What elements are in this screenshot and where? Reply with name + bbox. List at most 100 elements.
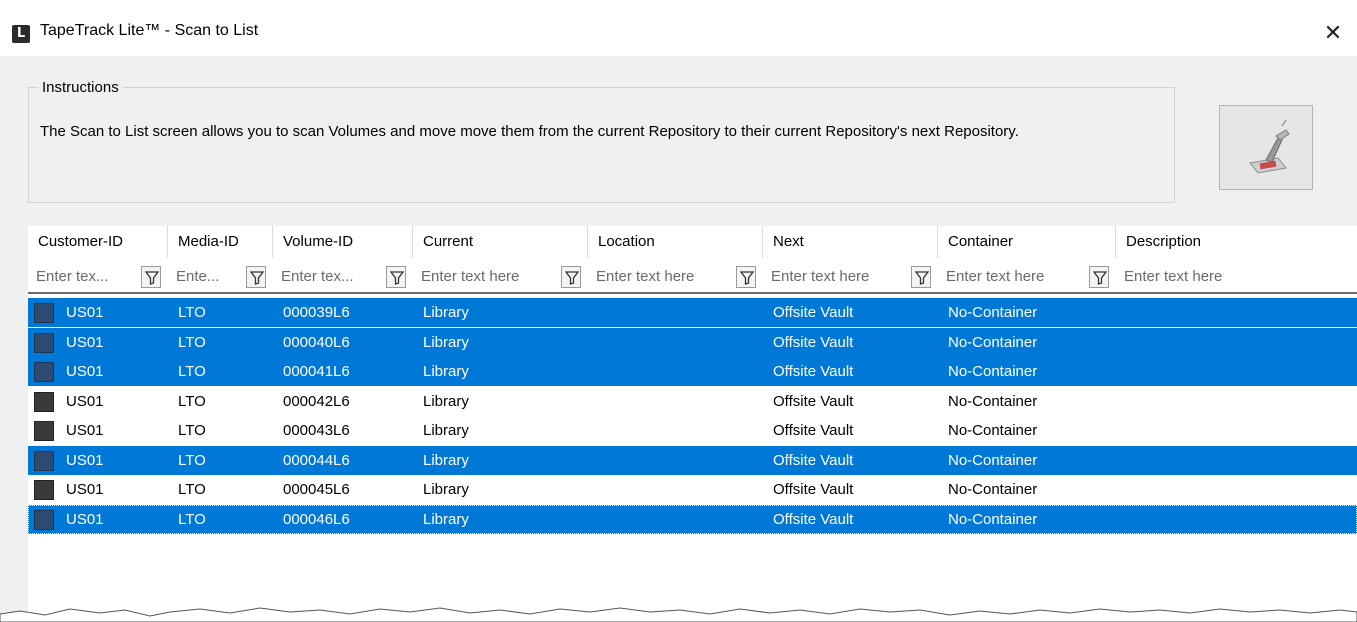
cell-next: Offsite Vault xyxy=(773,481,854,498)
table-row[interactable]: US01 LTO 000046L6 Library Offsite Vault No-Co… xyxy=(28,504,1357,534)
cell-container: No-Container xyxy=(948,481,1038,498)
filter-button-customer-id[interactable] xyxy=(141,266,161,288)
filter-button-volume-id[interactable] xyxy=(386,266,406,288)
cell-volume-id: 000042L6 xyxy=(283,392,350,410)
cell-media-id: LTO xyxy=(178,392,206,410)
cell-container: No-Container xyxy=(948,510,1038,528)
filter-button-location[interactable] xyxy=(736,266,756,288)
filter-cell-next xyxy=(763,262,938,290)
cell-media-id: LTO xyxy=(178,451,206,469)
column-header-current[interactable]: Current xyxy=(413,226,588,258)
filter-funnel-icon xyxy=(1093,271,1107,285)
filter-button-next[interactable] xyxy=(911,266,931,288)
cell-container: No-Container xyxy=(948,304,1038,321)
cell-current: Library xyxy=(423,304,469,321)
cell-current: Library xyxy=(423,392,469,410)
column-header-next[interactable]: Next xyxy=(763,226,938,258)
close-button[interactable]: ✕ xyxy=(1315,16,1351,52)
filter-funnel-icon xyxy=(740,271,754,285)
filter-input-location[interactable] xyxy=(588,262,733,290)
table-row[interactable]: US01 LTO 000043L6 Library Offsite Vault No-Co… xyxy=(28,416,1357,445)
filter-cell-media-id xyxy=(168,262,273,290)
cell-customer-id: US01 xyxy=(66,333,104,351)
cell-current: Library xyxy=(423,451,469,469)
volume-grid: Customer-ID Media-ID Volume-ID Current L… xyxy=(28,226,1357,622)
tape-volume-icon xyxy=(34,332,54,353)
filter-input-next[interactable] xyxy=(763,262,908,290)
table-row[interactable]: US01 LTO 000040L6 Library Offsite Vault No-Co… xyxy=(28,327,1357,357)
cell-next: Offsite Vault xyxy=(773,333,854,351)
scan-to-list-window: L TapeTrack Lite™ - Scan to List ✕ Instr… xyxy=(0,0,1357,622)
cell-volume-id: 000045L6 xyxy=(283,481,350,498)
filter-input-current[interactable] xyxy=(413,262,558,290)
table-row[interactable]: US01 LTO 000042L6 Library Offsite Vault No-Co… xyxy=(28,387,1357,416)
app-logo-icon: L xyxy=(12,25,30,43)
cell-volume-id: 000046L6 xyxy=(283,510,350,528)
cell-customer-id: US01 xyxy=(66,392,104,410)
cell-container: No-Container xyxy=(948,333,1038,351)
cell-current: Library xyxy=(423,422,469,439)
cell-next: Offsite Vault xyxy=(773,304,854,321)
filter-funnel-icon xyxy=(250,271,264,285)
barcode-scanner-icon xyxy=(1249,119,1290,174)
column-header-container[interactable]: Container xyxy=(938,226,1116,258)
column-header-volume-id[interactable]: Volume-ID xyxy=(273,226,413,258)
title-bar: L TapeTrack Lite™ - Scan to List ✕ xyxy=(0,0,1357,56)
filter-button-current[interactable] xyxy=(561,266,581,288)
cell-next: Offsite Vault xyxy=(773,363,854,380)
filter-input-container[interactable] xyxy=(938,262,1086,290)
cell-next: Offsite Vault xyxy=(773,510,854,528)
cell-media-id: LTO xyxy=(178,510,206,528)
cell-volume-id: 000043L6 xyxy=(283,422,350,439)
cell-current: Library xyxy=(423,363,469,380)
filter-funnel-icon xyxy=(915,271,929,285)
filter-input-media-id[interactable] xyxy=(168,262,243,290)
filter-funnel-icon xyxy=(145,271,159,285)
tape-volume-icon xyxy=(34,421,54,441)
table-row[interactable]: US01 LTO 000041L6 Library Offsite Vault No-Co… xyxy=(28,357,1357,386)
filter-button-media-id[interactable] xyxy=(246,266,266,288)
cell-customer-id: US01 xyxy=(66,363,104,380)
table-row[interactable]: US01 LTO 000045L6 Library Offsite Vault No-Co… xyxy=(28,475,1357,504)
torn-edge-decoration xyxy=(0,607,1357,622)
table-row[interactable]: US01 LTO 000039L6 Library Offsite Vault No-Co… xyxy=(28,298,1357,327)
cell-next: Offsite Vault xyxy=(773,422,854,439)
filter-input-description[interactable] xyxy=(1116,262,1346,290)
column-header-description[interactable]: Description xyxy=(1116,226,1357,258)
cell-media-id: LTO xyxy=(178,363,206,380)
filter-input-customer-id[interactable] xyxy=(28,262,138,290)
cell-customer-id: US01 xyxy=(66,304,104,321)
column-header-media-id[interactable]: Media-ID xyxy=(168,226,273,258)
cell-volume-id: 000040L6 xyxy=(283,333,350,351)
tape-volume-icon xyxy=(34,450,54,471)
cell-current: Library xyxy=(423,510,469,528)
cell-media-id: LTO xyxy=(178,481,206,498)
tape-volume-icon xyxy=(34,391,54,412)
filter-cell-container xyxy=(938,262,1116,290)
cell-volume-id: 000041L6 xyxy=(283,363,350,380)
cell-media-id: LTO xyxy=(178,304,206,321)
cell-container: No-Container xyxy=(948,451,1038,469)
filter-button-container[interactable] xyxy=(1089,266,1109,288)
tape-volume-icon xyxy=(34,303,54,323)
filter-input-volume-id[interactable] xyxy=(273,262,383,290)
filter-cell-location xyxy=(588,262,763,290)
column-header-location[interactable]: Location xyxy=(588,226,763,258)
cell-container: No-Container xyxy=(948,392,1038,410)
filter-cell-description xyxy=(1116,262,1357,290)
instructions-group-label: Instructions xyxy=(38,79,123,96)
table-row[interactable]: US01 LTO 000044L6 Library Offsite Vault No-Co… xyxy=(28,445,1357,475)
cell-current: Library xyxy=(423,333,469,351)
scan-button[interactable] xyxy=(1219,105,1313,190)
cell-container: No-Container xyxy=(948,363,1038,380)
filter-funnel-icon xyxy=(565,271,579,285)
instructions-group xyxy=(28,87,1175,203)
column-header-customer-id[interactable]: Customer-ID xyxy=(28,226,168,258)
cell-container: No-Container xyxy=(948,422,1038,439)
cell-customer-id: US01 xyxy=(66,451,104,469)
instructions-text: The Scan to List screen allows you to sc… xyxy=(40,123,1019,140)
filter-row xyxy=(28,258,1357,294)
cell-next: Offsite Vault xyxy=(773,392,854,410)
cell-volume-id: 000044L6 xyxy=(283,451,350,469)
cell-next: Offsite Vault xyxy=(773,451,854,469)
